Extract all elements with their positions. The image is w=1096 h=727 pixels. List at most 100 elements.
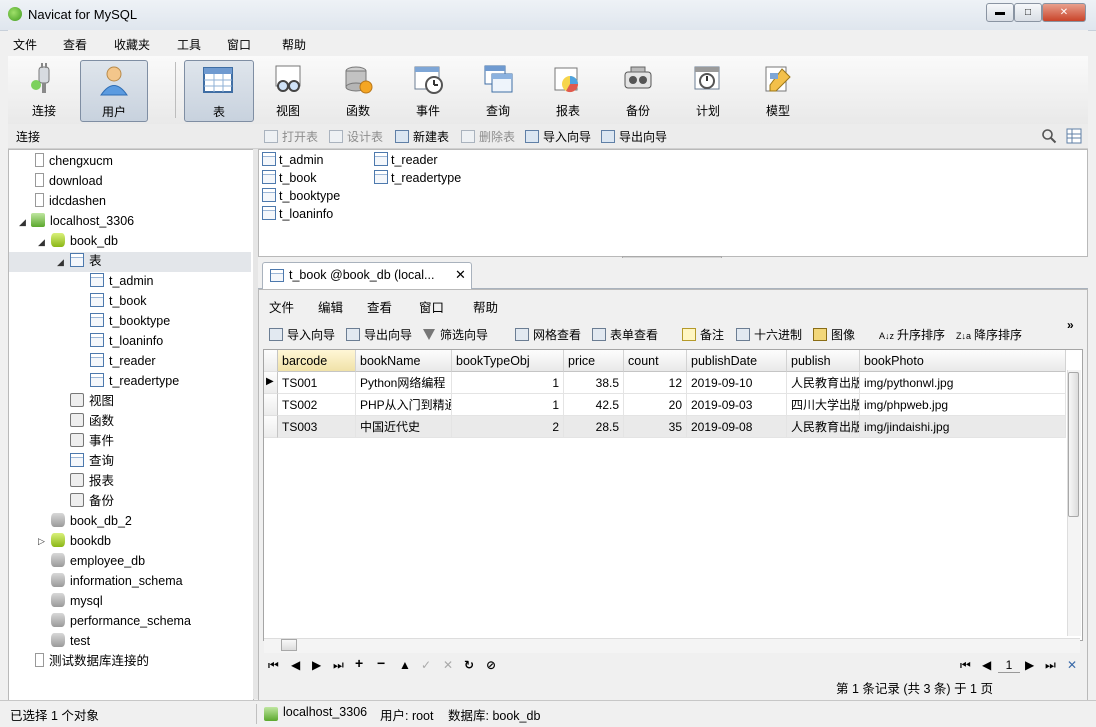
- table-row[interactable]: TS003 中国近代史 2 28.5 35 2019-09-08 人民教育出版 img/jin…: [264, 416, 1066, 438]
- view-button[interactable]: 视图: [255, 60, 321, 120]
- collapse-arrow-icon[interactable]: ◢: [57, 257, 64, 268]
- tab-close-icon[interactable]: ✕: [455, 267, 466, 283]
- sort-ascending-button[interactable]: A↓z 升序排序: [879, 326, 945, 343]
- row-selector[interactable]: [264, 394, 278, 416]
- cell-publishdate[interactable]: 2019-09-03: [687, 394, 787, 416]
- stop-button[interactable]: ⊘: [486, 658, 496, 672]
- editor-menu-edit[interactable]: 编辑: [318, 297, 343, 316]
- menu-file[interactable]: 文件: [13, 36, 37, 53]
- cell-bookname[interactable]: PHP从入门到精通: [356, 394, 452, 416]
- row-selector[interactable]: [264, 416, 278, 438]
- tree-item-test[interactable]: test: [51, 631, 90, 651]
- connect-button[interactable]: 连接: [11, 60, 77, 120]
- column-header-publishdate[interactable]: publishDate: [687, 350, 787, 372]
- tree-item-localhost[interactable]: localhost_3306: [31, 211, 134, 231]
- image-button[interactable]: 图像: [813, 326, 855, 343]
- first-record-button[interactable]: ⏮: [268, 658, 279, 673]
- page-next-button[interactable]: ▶: [1025, 658, 1034, 672]
- new-table-button[interactable]: 新建表: [395, 128, 449, 144]
- minimize-button[interactable]: ▬: [986, 3, 1014, 22]
- horizontal-scroll-thumb[interactable]: [281, 639, 297, 651]
- search-icon[interactable]: [1041, 128, 1057, 144]
- cell-bookname[interactable]: Python网络编程: [356, 372, 452, 394]
- table-row[interactable]: TS002 PHP从入门到精通 1 42.5 20 2019-09-03 四川大学出版 img…: [264, 394, 1066, 416]
- memo-button[interactable]: 备注: [682, 326, 724, 343]
- column-header-booktypeobj[interactable]: bookTypeObj: [452, 350, 564, 372]
- toolbar-overflow-icon[interactable]: »: [1067, 318, 1074, 332]
- cell-bookphoto[interactable]: img/pythonwl.jpg: [860, 372, 1066, 394]
- editor-menu-view[interactable]: 查看: [367, 297, 392, 316]
- query-button[interactable]: 查询: [465, 60, 531, 120]
- cell-bookname[interactable]: 中国近代史: [356, 416, 452, 438]
- import-wizard-button[interactable]: 导入向导: [525, 128, 591, 144]
- tree-item-book-db-2[interactable]: book_db_2: [51, 511, 132, 531]
- maximize-button[interactable]: □: [1014, 3, 1042, 22]
- cell-publish[interactable]: 四川大学出版: [787, 394, 860, 416]
- discard-changes-button[interactable]: ✕: [443, 658, 453, 672]
- page-prev-button[interactable]: ◀: [982, 658, 991, 672]
- editor-menu-file[interactable]: 文件: [269, 297, 294, 316]
- close-button[interactable]: ✕: [1042, 3, 1086, 22]
- menu-tools[interactable]: 工具: [177, 36, 201, 53]
- export-wizard-button[interactable]: 导出向导: [346, 326, 412, 343]
- tree-item-download[interactable]: download: [35, 171, 103, 191]
- column-header-bookphoto[interactable]: bookPhoto: [860, 350, 1066, 372]
- tree-item-t-readertype[interactable]: t_readertype: [90, 371, 179, 391]
- import-wizard-button[interactable]: 导入向导: [269, 326, 335, 343]
- cell-count[interactable]: 20: [624, 394, 687, 416]
- tree-item-information-schema[interactable]: information_schema: [51, 571, 183, 591]
- menu-window[interactable]: 窗口: [227, 36, 251, 53]
- collapse-arrow-icon[interactable]: ◢: [38, 237, 45, 248]
- tab-t-book[interactable]: t_book @book_db (local... ✕: [262, 262, 472, 289]
- tree-item-functions[interactable]: 函数: [70, 411, 114, 431]
- tree-item-test-connection[interactable]: 测试数据库连接的: [35, 651, 149, 671]
- export-wizard-button[interactable]: 导出向导: [601, 128, 667, 144]
- function-button[interactable]: 函数: [325, 60, 391, 120]
- cell-booktypeobj[interactable]: 1: [452, 394, 564, 416]
- tree-item-t-book[interactable]: t_book: [90, 291, 147, 311]
- tree-item-reports[interactable]: 报表: [70, 471, 114, 491]
- cell-price[interactable]: 28.5: [564, 416, 624, 438]
- row-selector[interactable]: ▶: [264, 372, 278, 394]
- model-button[interactable]: 模型: [745, 60, 811, 120]
- add-record-button[interactable]: +: [355, 655, 363, 671]
- menu-favorites[interactable]: 收藏夹: [114, 36, 150, 53]
- delete-record-button[interactable]: −: [377, 655, 385, 671]
- cell-publishdate[interactable]: 2019-09-08: [687, 416, 787, 438]
- object-t-admin[interactable]: t_admin: [262, 151, 323, 169]
- expand-arrow-icon[interactable]: ▷: [38, 536, 45, 547]
- horizontal-scrollbar[interactable]: [264, 638, 1080, 653]
- tree-item-tables[interactable]: 表: [70, 251, 102, 271]
- tree-item-employee-db[interactable]: employee_db: [51, 551, 145, 571]
- next-record-button[interactable]: ▶: [312, 658, 321, 672]
- form-view-button[interactable]: 表单查看: [592, 326, 658, 343]
- column-header-publish[interactable]: publish: [787, 350, 860, 372]
- last-record-button[interactable]: ⏭: [333, 658, 344, 673]
- tree-item-events[interactable]: 事件: [70, 431, 114, 451]
- column-header-count[interactable]: count: [624, 350, 687, 372]
- report-button[interactable]: 报表: [535, 60, 601, 120]
- grid-view-button[interactable]: 网格查看: [515, 326, 581, 343]
- open-table-button[interactable]: 打开表: [264, 128, 318, 144]
- cell-count[interactable]: 12: [624, 372, 687, 394]
- cell-count[interactable]: 35: [624, 416, 687, 438]
- event-button[interactable]: 事件: [395, 60, 461, 120]
- refresh-button[interactable]: ↻: [464, 658, 474, 672]
- previous-record-button[interactable]: ◀: [291, 658, 300, 672]
- tree-item-views[interactable]: 视图: [70, 391, 114, 411]
- collapse-arrow-icon[interactable]: ◢: [19, 217, 26, 228]
- object-t-readertype[interactable]: t_readertype: [374, 169, 461, 187]
- apply-changes-button[interactable]: ✓: [421, 658, 431, 672]
- tree-item-t-admin[interactable]: t_admin: [90, 271, 153, 291]
- edit-record-button[interactable]: ▲: [399, 658, 411, 672]
- backup-button[interactable]: 备份: [605, 60, 671, 120]
- tree-item-performance-schema[interactable]: performance_schema: [51, 611, 191, 631]
- vertical-scroll-thumb[interactable]: [1068, 372, 1079, 517]
- cell-publish[interactable]: 人民教育出版: [787, 372, 860, 394]
- cell-publish[interactable]: 人民教育出版: [787, 416, 860, 438]
- object-t-book[interactable]: t_book: [262, 169, 317, 187]
- editor-menu-window[interactable]: 窗口: [419, 297, 444, 316]
- sort-descending-button[interactable]: Z↓a 降序排序: [956, 326, 1022, 343]
- cell-price[interactable]: 42.5: [564, 394, 624, 416]
- filter-wizard-button[interactable]: 筛选向导: [423, 326, 488, 343]
